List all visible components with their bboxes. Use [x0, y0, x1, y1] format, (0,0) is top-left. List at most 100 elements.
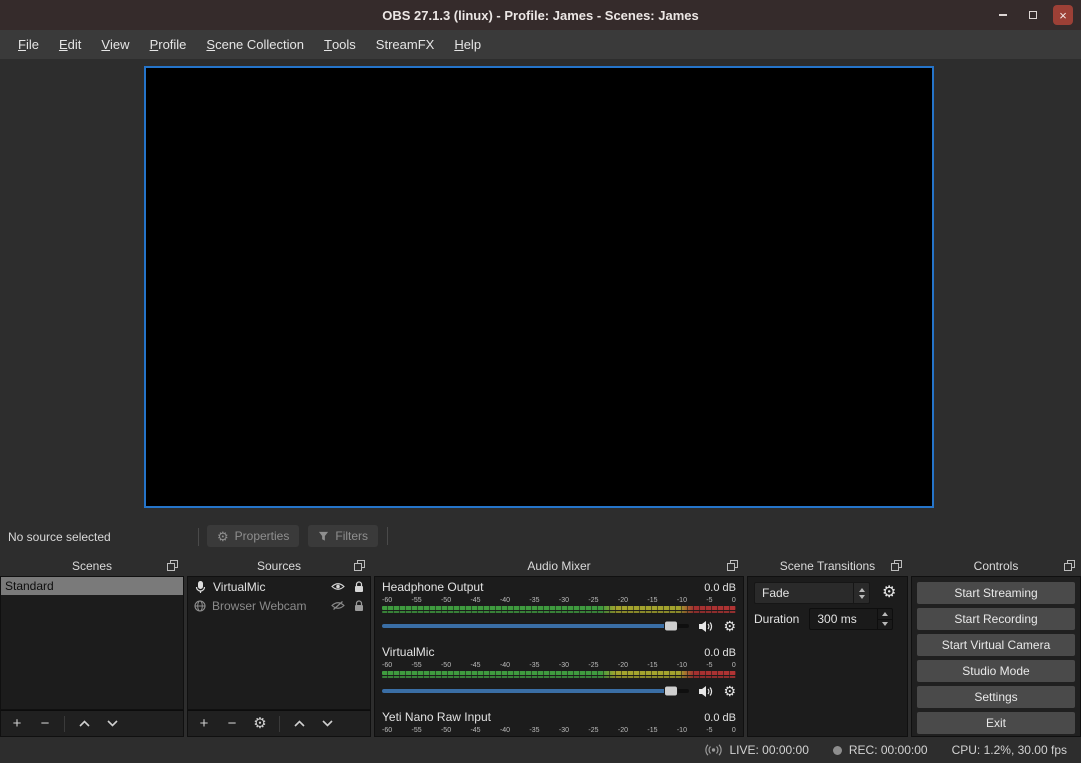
scale-tick-label: -45: [470, 727, 480, 735]
volume-slider[interactable]: [382, 689, 689, 693]
scale-tick-label: -35: [529, 597, 539, 605]
scale-tick-label: -45: [470, 662, 480, 670]
menu-item[interactable]: Help: [444, 30, 491, 59]
scale-tick-label: -50: [441, 662, 451, 670]
remove-source-button[interactable]: −: [223, 715, 241, 733]
menu-item[interactable]: Tools: [314, 30, 366, 59]
start-streaming-button[interactable]: Start Streaming: [917, 582, 1075, 604]
volume-slider-fill: [382, 624, 671, 628]
move-scene-down-button[interactable]: [103, 715, 121, 733]
scene-transitions-body: Fade ⚙ Duration 300 ms: [747, 576, 908, 737]
popout-icon[interactable]: [353, 559, 366, 572]
volume-slider-handle[interactable]: [665, 687, 677, 696]
close-button[interactable]: ×: [1053, 5, 1073, 25]
chevron-down-icon: [882, 622, 888, 626]
remove-scene-button[interactable]: −: [36, 715, 54, 733]
menu-item[interactable]: View: [91, 30, 139, 59]
transition-select[interactable]: Fade: [754, 582, 870, 604]
speaker-icon[interactable]: [697, 620, 715, 633]
browser-globe-icon: [194, 600, 206, 612]
preview-canvas[interactable]: [144, 66, 934, 508]
scene-list-item[interactable]: Standard: [1, 577, 183, 595]
channel-settings-gear-icon[interactable]: ⚙: [723, 619, 736, 633]
scale-tick-label: -55: [411, 727, 421, 735]
scale-tick-label: -10: [677, 727, 687, 735]
move-source-up-button[interactable]: [290, 715, 308, 733]
volume-meter: [382, 606, 736, 610]
source-list-item[interactable]: VirtualMic: [188, 577, 370, 596]
visibility-eye-slash-icon[interactable]: [331, 600, 345, 611]
settings-button[interactable]: Settings: [917, 686, 1075, 708]
scale-tick-label: -20: [618, 597, 628, 605]
popout-icon[interactable]: [166, 559, 179, 572]
minimize-button[interactable]: [993, 5, 1013, 25]
spinbox-arrows[interactable]: [877, 609, 892, 629]
source-name: VirtualMic: [213, 580, 325, 594]
scale-tick-label: -40: [500, 662, 510, 670]
combo-spinner[interactable]: [853, 583, 869, 603]
popout-icon[interactable]: [890, 559, 903, 572]
menu-bar: FileEditViewProfileScene CollectionTools…: [0, 30, 1081, 59]
no-source-label: No source selected: [8, 530, 111, 544]
scenes-panel: Scenes Standard + −: [0, 555, 184, 737]
start-recording-button[interactable]: Start Recording: [917, 608, 1075, 630]
cpu-fps-label: CPU: 1.2%, 30.00 fps: [952, 743, 1067, 757]
add-scene-button[interactable]: +: [8, 715, 26, 733]
meter-scale: -60-55-50-45-40-35-30-25-20-15-10-50: [382, 597, 736, 605]
scale-tick-label: -40: [500, 597, 510, 605]
status-bar: LIVE: 00:00:00 REC: 00:00:00 CPU: 1.2%, …: [0, 737, 1081, 763]
menu-item[interactable]: Scene Collection: [196, 30, 314, 59]
move-scene-up-button[interactable]: [75, 715, 93, 733]
mixer-channel-name: Yeti Nano Raw Input: [382, 710, 491, 724]
controls-panel-title: Controls: [974, 559, 1019, 573]
maximize-icon: [1029, 11, 1037, 19]
speaker-icon[interactable]: [697, 685, 715, 698]
studio-mode-button[interactable]: Studio Mode: [917, 660, 1075, 682]
dock-area: Scenes Standard + − Sources: [0, 555, 1081, 737]
start-virtual-camera-button[interactable]: Start Virtual Camera: [917, 634, 1075, 656]
exit-button[interactable]: Exit: [917, 712, 1075, 734]
menu-item[interactable]: StreamFX: [366, 30, 445, 59]
toolbar-separator: [64, 716, 65, 732]
audio-mixer-title: Audio Mixer: [527, 559, 590, 573]
lock-icon[interactable]: [354, 600, 364, 612]
source-properties-gear-icon[interactable]: ⚙: [251, 715, 269, 733]
filters-button[interactable]: Filters: [308, 525, 378, 547]
volume-slider-handle[interactable]: [665, 622, 677, 631]
volume-meter: [382, 671, 736, 675]
scenes-panel-header: Scenes: [0, 555, 184, 576]
toolbar-separator: [279, 716, 280, 732]
scale-tick-label: -30: [559, 662, 569, 670]
channel-settings-gear-icon[interactable]: ⚙: [723, 684, 736, 698]
transition-settings-gear-icon[interactable]: ⚙: [882, 585, 896, 601]
scale-tick-label: -35: [529, 727, 539, 735]
menu-item[interactable]: Profile: [140, 30, 197, 59]
chevron-down-icon: [859, 595, 865, 599]
scene-transitions-title: Scene Transitions: [780, 559, 875, 573]
scale-tick-label: -15: [647, 727, 657, 735]
visibility-eye-icon[interactable]: [331, 582, 345, 591]
rec-status: REC: 00:00:00: [833, 743, 928, 757]
scene-transitions-panel: Scene Transitions Fade ⚙ Duration 300 ms: [747, 555, 908, 737]
add-source-button[interactable]: +: [195, 715, 213, 733]
scale-tick-label: -50: [441, 727, 451, 735]
popout-icon[interactable]: [1063, 559, 1076, 572]
scale-tick-label: -5: [706, 727, 712, 735]
transition-selected-value: Fade: [755, 583, 853, 603]
maximize-button[interactable]: [1023, 5, 1043, 25]
filters-button-label: Filters: [335, 529, 368, 543]
scale-tick-label: -25: [588, 662, 598, 670]
move-source-down-button[interactable]: [318, 715, 336, 733]
volume-slider[interactable]: [382, 624, 689, 628]
window-title: OBS 27.1.3 (linux) - Profile: James - Sc…: [382, 8, 698, 23]
menu-item[interactable]: File: [8, 30, 49, 59]
lock-icon[interactable]: [354, 581, 364, 593]
scale-tick-label: -15: [647, 662, 657, 670]
properties-button[interactable]: ⚙ Properties: [207, 525, 299, 547]
obs-window: OBS 27.1.3 (linux) - Profile: James - Sc…: [0, 0, 1081, 763]
duration-spinbox[interactable]: 300 ms: [809, 608, 893, 630]
popout-icon[interactable]: [726, 559, 739, 572]
source-list-item[interactable]: Browser Webcam: [188, 596, 370, 615]
menu-item[interactable]: Edit: [49, 30, 91, 59]
properties-button-label: Properties: [235, 529, 290, 543]
